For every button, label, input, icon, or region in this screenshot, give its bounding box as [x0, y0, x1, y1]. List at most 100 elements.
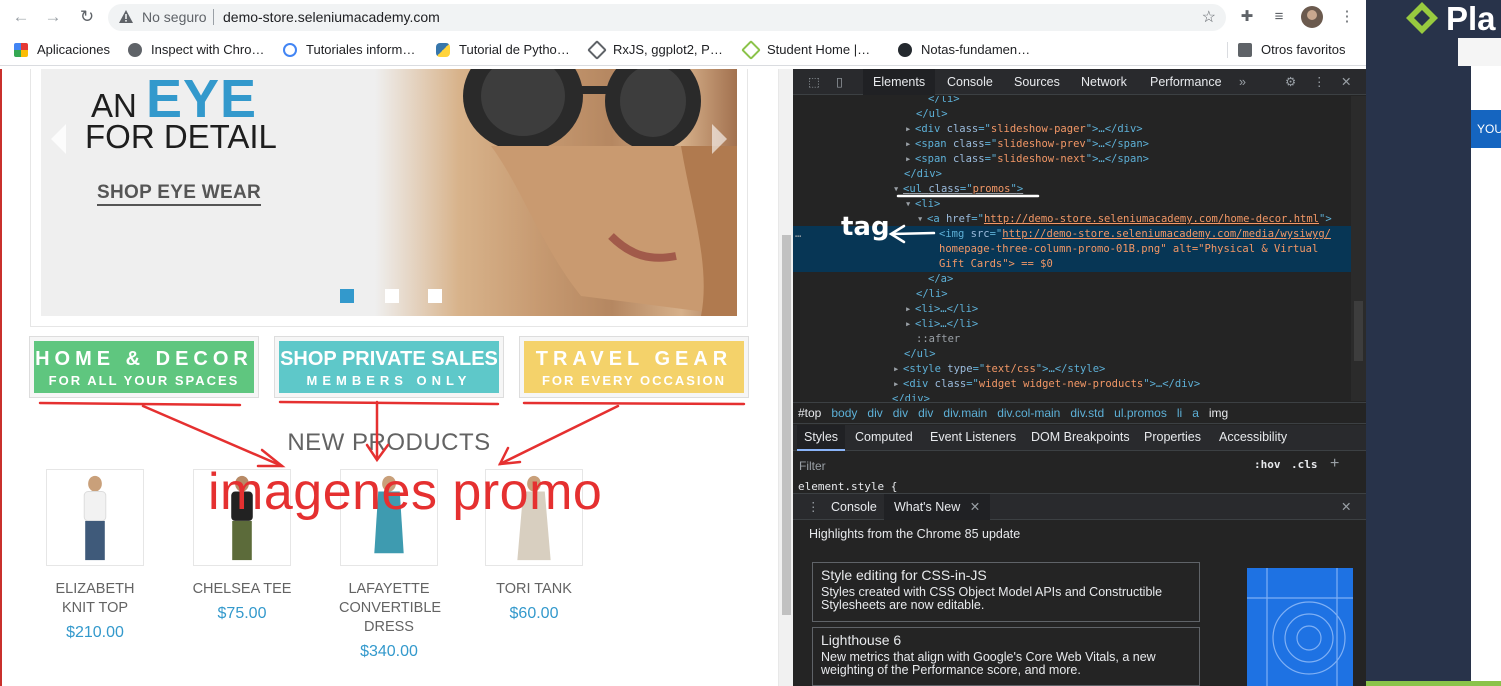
breadcrumb-item[interactable]: #top: [793, 403, 826, 423]
tab-elements[interactable]: Elements: [863, 69, 936, 95]
product-image[interactable]: [46, 469, 144, 566]
back-icon[interactable]: ←: [10, 7, 32, 27]
bookmark-inspect[interactable]: Inspect with Chro…: [128, 42, 264, 57]
product-name[interactable]: LAFAYETTE CONVERTIBLE DRESS: [339, 580, 441, 637]
page-scrollbar-thumb[interactable]: [782, 235, 791, 615]
media-control-icon[interactable]: ≡: [1270, 8, 1288, 26]
drawer-tab-console[interactable]: Console: [821, 494, 887, 520]
dom-line-ul-promos[interactable]: ▾ <ul class="promos">: [893, 182, 1023, 197]
breadcrumb-item-selected[interactable]: img: [1204, 403, 1233, 423]
expand-triangle-icon[interactable]: ▸: [905, 152, 915, 167]
device-toggle-icon[interactable]: ▯: [826, 69, 853, 95]
breadcrumb-item[interactable]: div.main: [938, 403, 992, 423]
element-style-rule[interactable]: element.style {: [798, 480, 897, 493]
styles-filter-input[interactable]: Filter: [799, 459, 826, 473]
breadcrumb-item[interactable]: li: [1172, 403, 1187, 423]
tab-console[interactable]: Console: [937, 69, 1003, 95]
tab-event-listeners[interactable]: Event Listeners: [923, 425, 1023, 451]
product-card[interactable]: ELIZABETH KNIT TOP $210.00: [45, 469, 145, 642]
whats-new-card[interactable]: Lighthouse 6 New metrics that align with…: [812, 627, 1200, 686]
bookmark-python[interactable]: Tutorial de Pytho…: [436, 42, 570, 57]
breadcrumb-item[interactable]: div: [862, 403, 887, 423]
dom-line-selected-cont[interactable]: homepage-three-column-promo-01B.png" alt…: [939, 242, 1318, 257]
bookmark-apps[interactable]: Aplicaciones: [14, 42, 110, 57]
slide-dot[interactable]: [428, 289, 442, 303]
whats-new-card[interactable]: Style editing for CSS-in-JS Styles creat…: [812, 562, 1200, 622]
dom-line[interactable]: </li>: [916, 287, 948, 302]
close-tab-icon[interactable]: ✕: [970, 500, 980, 514]
dom-line[interactable]: ▸ <style type="text/css">…</style>: [893, 362, 1105, 377]
breadcrumb-item[interactable]: div.std: [1065, 403, 1109, 423]
breadcrumb-item[interactable]: div.col-main: [992, 403, 1065, 423]
breadcrumb-item[interactable]: div: [888, 403, 913, 423]
expand-triangle-icon[interactable]: ▸: [893, 362, 903, 377]
slideshow-next-icon[interactable]: [712, 124, 727, 154]
dom-line[interactable]: </div>: [904, 167, 942, 182]
tab-accessibility[interactable]: Accessibility: [1212, 425, 1294, 451]
menu-kebab-icon[interactable]: ⋮: [1338, 8, 1356, 26]
dom-line[interactable]: ▸ <span class="slideshow-next">…</span>: [905, 152, 1149, 167]
dom-line-selected-cont[interactable]: Gift Cards"> == $0: [939, 257, 1053, 272]
promo-private-sales[interactable]: SHOP PRIVATE SALES MEMBERS ONLY: [275, 337, 503, 397]
dom-line[interactable]: ▸ <li>…</li>: [905, 317, 978, 332]
bookmark-star-icon[interactable]: ☆: [1202, 7, 1216, 27]
close-devtools-icon[interactable]: ✕: [1331, 69, 1361, 95]
dom-scrollbar[interactable]: [1351, 96, 1366, 401]
tab-styles[interactable]: Styles: [797, 425, 846, 451]
address-bar[interactable]: No seguro demo-store.seleniumacademy.com…: [108, 4, 1226, 31]
dom-line[interactable]: </a>: [928, 272, 953, 287]
hov-toggle[interactable]: :hov: [1254, 458, 1281, 471]
breadcrumb-item[interactable]: ul.promos: [1109, 403, 1172, 423]
settings-gear-icon[interactable]: ⚙: [1275, 69, 1306, 95]
dom-line[interactable]: ▾ <a href="http://demo-store.seleniumacad…: [917, 212, 1332, 227]
slide-image[interactable]: AN EYE FOR DETAIL SHOP EYE WEAR: [41, 69, 737, 316]
expand-triangle-icon[interactable]: ▸: [905, 302, 915, 317]
slide-dot[interactable]: [385, 289, 399, 303]
dom-line[interactable]: </li>: [928, 96, 960, 107]
slide-dot-active[interactable]: [340, 289, 354, 303]
tab-performance[interactable]: Performance: [1140, 69, 1232, 95]
tab-properties[interactable]: Properties: [1137, 425, 1208, 451]
shop-eye-wear-link[interactable]: SHOP EYE WEAR: [97, 182, 262, 206]
more-tabs-icon[interactable]: »: [1229, 69, 1256, 95]
expand-triangle-icon[interactable]: ▸: [905, 317, 915, 332]
cls-toggle[interactable]: .cls: [1291, 458, 1318, 471]
bookmark-tutoriales[interactable]: Tutoriales inform…: [283, 42, 415, 57]
breadcrumb-item[interactable]: body: [826, 403, 862, 423]
expand-triangle-icon[interactable]: ▸: [905, 122, 915, 137]
expand-triangle-icon[interactable]: ▸: [893, 377, 903, 392]
bookmark-rxjs[interactable]: RxJS, ggplot2, P…: [587, 39, 723, 60]
promo-travel-gear[interactable]: TRAVEL GEAR FOR EVERY OCCASION: [520, 337, 748, 397]
slideshow-prev-icon[interactable]: [51, 124, 66, 154]
dom-line[interactable]: </ul>: [904, 347, 936, 362]
collapse-triangle-icon[interactable]: ▾: [893, 182, 903, 197]
dom-line[interactable]: ▸ <div class="widget widget-new-products"…: [893, 377, 1200, 392]
page-scrollbar[interactable]: [778, 69, 793, 686]
product-name[interactable]: TORI TANK: [484, 580, 584, 599]
collapse-triangle-icon[interactable]: ▾: [905, 197, 915, 212]
new-rule-plus-icon[interactable]: +: [1330, 455, 1339, 473]
dom-line[interactable]: ▸ <div class="slideshow-pager">…</div>: [905, 122, 1143, 137]
dom-line[interactable]: </ul>: [916, 107, 948, 122]
dom-scrollbar-thumb[interactable]: [1354, 301, 1363, 361]
dom-line[interactable]: ::after: [916, 332, 960, 347]
tab-dom-breakpoints[interactable]: DOM Breakpoints: [1024, 425, 1137, 451]
reload-icon[interactable]: ↻: [76, 7, 98, 27]
drawer-tab-whats-new[interactable]: What's New ✕: [884, 494, 991, 520]
breadcrumb-item[interactable]: div: [913, 403, 938, 423]
bookmark-notas[interactable]: Notas-fundamen…: [898, 42, 1030, 57]
promo-home-decor[interactable]: HOME & DECOR FOR ALL YOUR SPACES: [30, 337, 258, 397]
dom-line-selected[interactable]: <img src="http://demo-store.seleniumacad…: [939, 227, 1331, 242]
collapse-triangle-icon[interactable]: ▾: [917, 212, 927, 227]
dom-line[interactable]: </div>: [892, 392, 930, 401]
avatar[interactable]: [1301, 6, 1323, 28]
tab-computed[interactable]: Computed: [848, 425, 920, 451]
breadcrumb-item[interactable]: a: [1187, 403, 1204, 423]
tab-network[interactable]: Network: [1071, 69, 1137, 95]
expand-triangle-icon[interactable]: ▸: [905, 137, 915, 152]
product-name[interactable]: CHELSEA TEE: [192, 580, 292, 599]
bookmark-student-home[interactable]: Student Home |…: [741, 39, 870, 60]
close-drawer-icon[interactable]: ✕: [1331, 494, 1361, 520]
other-bookmarks[interactable]: Otros favoritos: [1238, 42, 1346, 57]
dom-attr-value[interactable]: http://demo-store.seleniumacademy.com/me…: [1002, 228, 1331, 240]
